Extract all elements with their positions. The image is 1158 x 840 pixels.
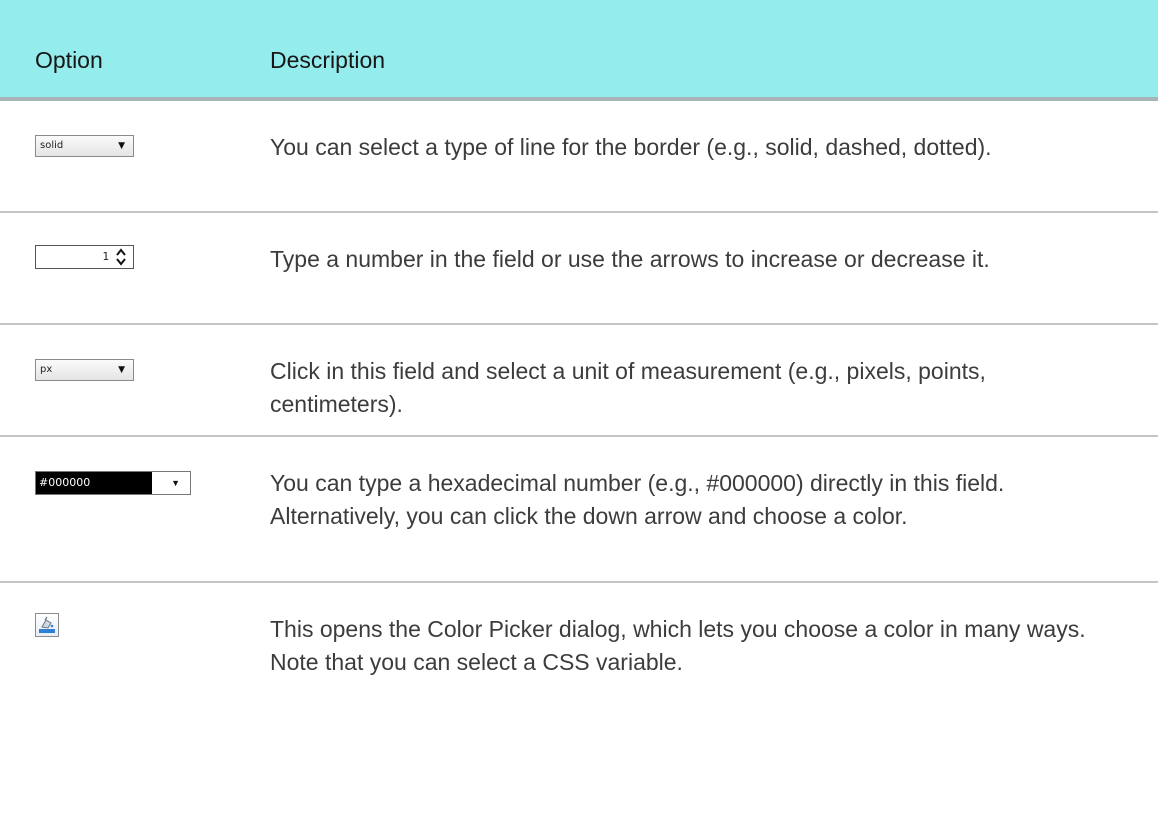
color-picker-button[interactable]: [35, 613, 59, 637]
chevron-down-icon: ▼: [118, 365, 125, 375]
border-width-value: 1: [102, 250, 109, 263]
table-header: Option Description: [0, 0, 1158, 101]
row-description: Type a number in the field or use the ar…: [270, 246, 990, 272]
up-down-arrows-icon[interactable]: [115, 246, 127, 268]
unit-dropdown[interactable]: px ▼: [35, 359, 134, 381]
hex-color-field[interactable]: #000000 ▼: [35, 471, 191, 495]
table-row: px ▼ Click in this field and select a un…: [0, 325, 1158, 437]
row-description: Click in this field and select a unit of…: [270, 358, 986, 417]
row-description: You can select a type of line for the bo…: [270, 134, 992, 160]
options-table: Option Description solid ▼ You can selec…: [0, 0, 1158, 743]
table-row: solid ▼ You can select a type of line fo…: [0, 101, 1158, 213]
table-row: 1 Type a number in the field or use the …: [0, 213, 1158, 325]
line-style-value: solid: [40, 140, 64, 151]
option-column-header: Option: [35, 47, 103, 73]
border-width-stepper[interactable]: 1: [35, 245, 134, 269]
chevron-down-icon[interactable]: ▼: [171, 472, 180, 494]
line-style-dropdown[interactable]: solid ▼: [35, 135, 134, 157]
unit-value: px: [40, 364, 53, 375]
hex-color-value[interactable]: #000000: [36, 472, 152, 494]
row-description: You can type a hexadecimal number (e.g.,…: [270, 470, 1005, 529]
paint-bucket-icon: [36, 616, 58, 640]
row-description: This opens the Color Picker dialog, whic…: [270, 616, 1086, 675]
chevron-down-icon: ▼: [118, 141, 125, 151]
table-row: This opens the Color Picker dialog, whic…: [0, 583, 1158, 743]
description-column-header: Description: [270, 47, 386, 73]
table-row: #000000 ▼ You can type a hexadecimal num…: [0, 437, 1158, 583]
